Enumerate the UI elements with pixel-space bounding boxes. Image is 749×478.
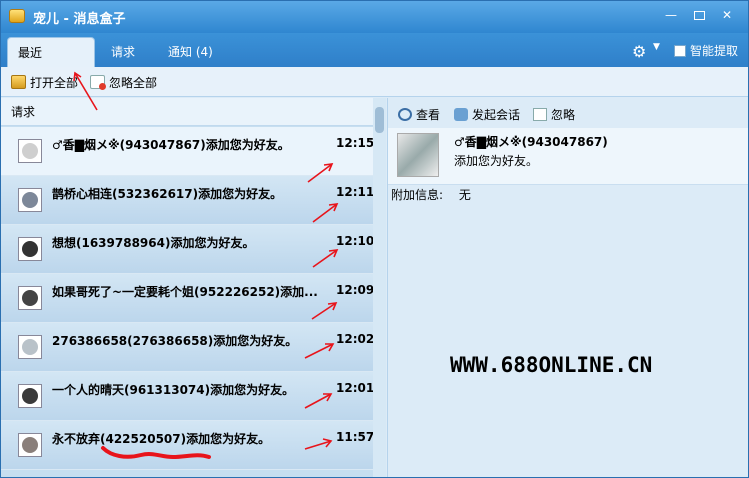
- list-item-time: 12:10: [336, 234, 375, 248]
- minimize-button[interactable]: —: [661, 7, 681, 23]
- avatar: [18, 335, 42, 359]
- tab-requests[interactable]: 请求: [101, 37, 145, 67]
- folder-icon: [11, 75, 26, 89]
- avatar: [18, 433, 42, 457]
- requester-name: ♂香▇烟メ※(943047867): [454, 135, 608, 149]
- app-icon: [9, 9, 25, 23]
- list-item[interactable]: ♂香▇烟メ※(943047867)添加您为好友。 12:15: [1, 127, 375, 176]
- close-button[interactable]: ✕: [717, 7, 737, 23]
- extra-info-label: 附加信息:: [391, 188, 444, 202]
- list-item-text: 鹊桥心相连(532362617)添加您为好友。: [52, 187, 283, 201]
- scrollbar[interactable]: [373, 98, 386, 477]
- extra-info-value: 无: [458, 188, 471, 202]
- request-detail: ♂香▇烟メ※(943047867) 添加您为好友。: [388, 128, 748, 185]
- message-list: ♂香▇烟メ※(943047867)添加您为好友。 12:15 鹊桥心相连(532…: [1, 127, 375, 470]
- message-list-panel: 请求 ♂香▇烟メ※(943047867)添加您为好友。 12:15 鹊桥心相连(…: [1, 98, 386, 477]
- scroll-thumb[interactable]: [375, 107, 384, 133]
- ignore-label: 忽略: [551, 108, 576, 122]
- avatar: [397, 133, 439, 177]
- list-item[interactable]: 想想(1639788964)添加您为好友。 12:10: [1, 225, 375, 274]
- checkbox-icon: [674, 44, 686, 57]
- toolbar: 打开全部 忽略全部: [1, 67, 748, 97]
- list-item[interactable]: 永不放弃(422520507)添加您为好友。 11:57: [1, 421, 375, 470]
- avatar: [18, 139, 42, 163]
- chat-icon: [454, 108, 468, 121]
- tab-recent[interactable]: 最近 (5150): [7, 37, 95, 90]
- avatar: [18, 384, 42, 408]
- view-button[interactable]: 查看: [398, 106, 440, 123]
- ignore-button[interactable]: 忽略: [533, 106, 575, 123]
- smart-extract-label: 智能提取: [690, 44, 739, 58]
- list-item[interactable]: 鹊桥心相连(532362617)添加您为好友。 12:11: [1, 176, 375, 225]
- list-item[interactable]: 一个人的晴天(961313074)添加您为好友。 12:01: [1, 372, 375, 421]
- ignore-all-label: 忽略全部: [109, 75, 158, 90]
- list-item-time: 11:57: [336, 430, 375, 444]
- list-item-time: 12:11: [336, 185, 375, 199]
- maximize-button[interactable]: [689, 7, 709, 23]
- avatar: [18, 237, 42, 261]
- settings-menu[interactable]: ⚙ ▼: [632, 42, 660, 61]
- magnifier-icon: [398, 108, 412, 121]
- list-item-time: 12:02: [336, 332, 375, 346]
- list-item-time: 12:01: [336, 381, 375, 395]
- avatar: [18, 286, 42, 310]
- open-all-button[interactable]: 打开全部: [11, 73, 78, 91]
- ignore-icon: [90, 75, 106, 90]
- detail-toolbar: 查看 发起会话 忽略: [388, 98, 748, 128]
- extra-info: 附加信息: 无: [391, 186, 471, 203]
- start-chat-button[interactable]: 发起会话: [454, 106, 520, 123]
- list-item-time: 12:09: [336, 283, 375, 297]
- list-item-text: 276386658(276386658)添加您为好友。: [52, 334, 298, 348]
- ignore-icon: [533, 108, 547, 121]
- list-item-text: ♂香▇烟メ※(943047867)添加您为好友。: [52, 138, 290, 152]
- request-message: 添加您为好友。: [454, 154, 539, 168]
- smart-extract-checkbox[interactable]: 智能提取: [674, 42, 738, 59]
- tab-notifications[interactable]: 通知 (4): [158, 37, 223, 67]
- detail-panel: 查看 发起会话 忽略 ♂香▇烟メ※(943047867) 添加您为好友。 附加信…: [387, 98, 748, 477]
- list-header: 请求: [1, 98, 373, 126]
- list-item[interactable]: 276386658(276386658)添加您为好友。 12:02: [1, 323, 375, 372]
- title-bar: 宠儿 - 消息盒子 — ✕: [1, 1, 748, 33]
- window-title: 宠儿 - 消息盒子: [33, 12, 126, 27]
- list-item-text: 永不放弃(422520507)添加您为好友。: [52, 432, 271, 446]
- start-chat-label: 发起会话: [472, 108, 521, 122]
- open-all-label: 打开全部: [30, 75, 79, 90]
- message-box-window: 宠儿 - 消息盒子 — ✕ 最近 (5150) 请求 通知 (4) ⚙ ▼ 智能…: [0, 0, 749, 478]
- list-item-text: 一个人的晴天(961313074)添加您为好友。: [52, 383, 295, 397]
- chevron-down-icon: ▼: [653, 42, 660, 52]
- ignore-all-button[interactable]: 忽略全部: [90, 73, 157, 91]
- list-item-text: 想想(1639788964)添加您为好友。: [52, 236, 255, 250]
- avatar: [18, 188, 42, 212]
- view-label: 查看: [416, 108, 441, 122]
- gear-icon: ⚙: [632, 42, 647, 61]
- list-item-text: 如果哥死了~一定要耗个姐(952226252)添加...: [52, 285, 317, 299]
- list-item-time: 12:15: [336, 136, 375, 150]
- watermark-text: WWW.688ONLINE.CN: [450, 353, 653, 377]
- list-item[interactable]: 如果哥死了~一定要耗个姐(952226252)添加... 12:09: [1, 274, 375, 323]
